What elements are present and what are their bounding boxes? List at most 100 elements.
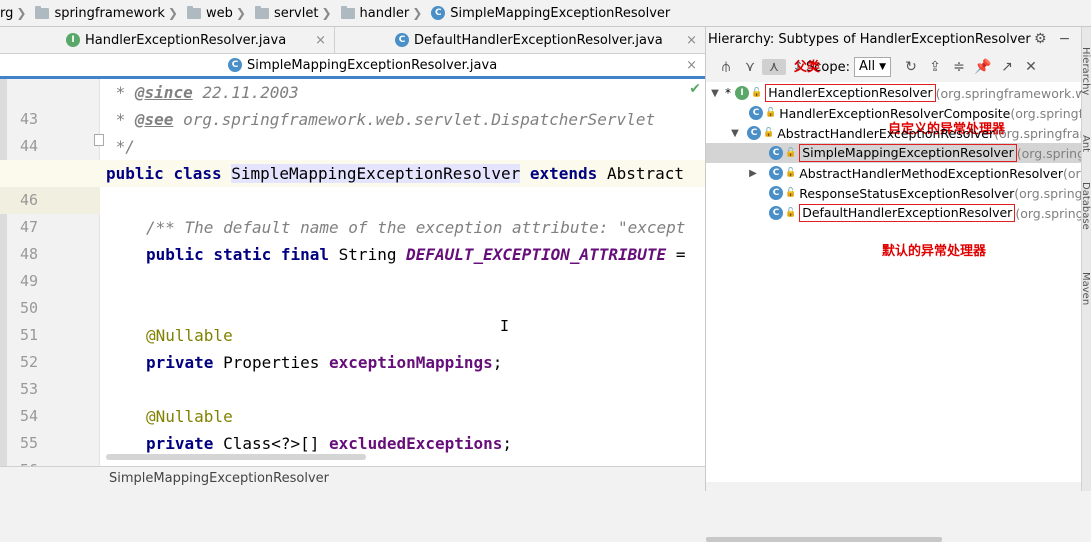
code-text: excludedExceptions (329, 434, 503, 453)
focus-star-icon: * (725, 86, 731, 100)
text-cursor-icon: I (500, 317, 510, 335)
class-icon: C (395, 33, 409, 47)
tree-node-selected[interactable]: C 🔓 SimpleMappingExceptionResolver (org.… (706, 143, 1081, 163)
code-line[interactable]: 54 (0, 376, 705, 425)
chevron-down-icon: ▼ (879, 62, 887, 72)
tool-tab-maven[interactable]: Maven (1080, 272, 1091, 305)
code-line-current[interactable]: 46 public class SimpleMappingExceptionRe… (0, 160, 705, 214)
code-text: * (106, 110, 135, 129)
horizontal-scrollbar[interactable] (706, 537, 942, 542)
close-icon[interactable]: × (686, 33, 697, 48)
expand-arrow-icon[interactable]: ▼ (709, 88, 721, 99)
hierarchy-tree[interactable]: ▼ * I 🔓 HandlerExceptionResolver (org.sp… (706, 82, 1081, 542)
visibility-icon: 🔓 (751, 88, 763, 98)
breadcrumb-item-servlet[interactable]: servlet ❯ (254, 5, 337, 21)
code-text: public static final (146, 245, 330, 264)
collapse-all-icon[interactable]: ≑ (947, 59, 971, 75)
code-text: org.springframework.web.servlet.Dispatch… (173, 110, 656, 129)
expand-arrow-icon[interactable]: ▼ (729, 128, 741, 139)
scope-select[interactable]: All ▼ (853, 57, 892, 77)
breadcrumb-item-web[interactable]: web ❯ (186, 5, 251, 21)
code-text: private (146, 434, 214, 453)
code-text: ; (502, 434, 513, 453)
tree-node[interactable]: ▼ C 🔓 AbstractHandlerExceptionResolver (… (706, 123, 1081, 143)
code-text: Abstract (597, 164, 685, 183)
horizontal-scrollbar[interactable] (106, 454, 366, 460)
minimize-icon[interactable]: − (1059, 31, 1071, 47)
code-line[interactable]: 43 * @since 22.11.2003 (0, 79, 705, 128)
close-icon[interactable]: ✕ (1019, 59, 1043, 75)
code-line[interactable]: 51 (0, 295, 705, 344)
tree-node[interactable]: C 🔓 ResponseStatusExceptionResolver (org… (706, 183, 1081, 203)
code-text: String (329, 245, 407, 264)
code-line[interactable]: 55 @Nullable (0, 403, 705, 452)
refresh-icon[interactable]: ↻ (899, 59, 923, 75)
abstract-class-icon: C (769, 166, 783, 180)
tab-label: HandlerExceptionResolver.java (85, 32, 287, 48)
code-line[interactable]: 48 /** The default name of the exception… (0, 214, 705, 263)
code-line[interactable]: 47 (0, 187, 705, 236)
visibility-icon: 🔓 (785, 188, 797, 198)
interface-icon: I (66, 33, 80, 47)
code-line[interactable]: 50 (0, 268, 705, 317)
fold-icon[interactable] (94, 134, 104, 146)
folder-icon (254, 5, 269, 19)
tree-node-package: (org.springfra (1015, 205, 1081, 221)
interface-icon: I (735, 86, 749, 100)
tree-node[interactable]: ▼ * I 🔓 HandlerExceptionResolver (org.sp… (706, 83, 1081, 103)
close-icon[interactable]: × (315, 33, 326, 48)
code-text: @Nullable (146, 326, 233, 345)
tool-tab-hierarchy[interactable]: Hierarchy (1080, 47, 1091, 95)
breadcrumb-item-rg[interactable]: rg ❯ (0, 6, 31, 21)
code-line[interactable]: 45 */ (0, 133, 705, 182)
visibility-icon: 🔓 (785, 168, 797, 178)
hierarchy-title: Hierarchy: Subtypes of HandlerExceptionR… (708, 32, 1031, 47)
code-text: class (173, 164, 222, 183)
abstract-class-icon: C (747, 126, 761, 140)
annotation-parent-note: 父类 (794, 60, 821, 75)
code-editor[interactable]: ✔ 43 * @since 22.11.2003 44 * @see org.s… (0, 79, 705, 466)
code-line[interactable]: 53 private Properties exceptionMappings; (0, 349, 705, 398)
visibility-icon: 🔓 (785, 148, 797, 158)
breadcrumb-item-class[interactable]: C SimpleMappingExceptionResolver (431, 6, 670, 21)
code-line[interactable]: 56 private Class<?>[] excludedExceptions… (0, 430, 705, 466)
visibility-icon: 🔓 (763, 128, 775, 138)
tree-node-package: (org.springfra (1010, 105, 1081, 121)
breadcrumb-label: SimpleMappingExceptionResolver (450, 5, 671, 21)
tab-handler-exception-resolver[interactable]: I HandlerExceptionResolver.java × (0, 27, 335, 53)
code-text: 22.11.2003 (192, 83, 299, 102)
close-icon[interactable]: × (686, 58, 697, 73)
code-text: exceptionMappings (329, 353, 493, 372)
tree-node[interactable]: C 🔓 DefaultHandlerExceptionResolver (org… (706, 203, 1081, 223)
status-breadcrumb[interactable]: SimpleMappingExceptionResolver (109, 471, 329, 486)
breadcrumb-label: web (205, 5, 233, 21)
class-icon: C (769, 206, 783, 220)
code-line[interactable]: 44 * @see org.springframework.web.servle… (0, 106, 705, 155)
export-icon[interactable]: ⇪ (923, 59, 947, 75)
tree-node[interactable]: ▶ C 🔓 AbstractHandlerMethodExceptionReso… (706, 163, 1081, 183)
breadcrumb-item-handler[interactable]: handler ❯ (340, 5, 428, 21)
code-text: public (106, 164, 164, 183)
scope-value: All (858, 59, 876, 74)
code-text: Properties (213, 353, 330, 372)
tool-tab-ant[interactable]: Ant (1080, 135, 1091, 152)
expand-arrow-icon[interactable]: ▶ (747, 168, 759, 179)
code-text: DEFAULT_EXCEPTION_ATTRIBUTE (406, 245, 667, 264)
code-line[interactable]: 52 @Nullable (0, 322, 705, 371)
tool-tab-database[interactable]: Database (1080, 182, 1091, 230)
code-text: private (146, 353, 214, 372)
supertypes-icon[interactable]: ⋎ (738, 59, 762, 75)
open-external-icon[interactable]: ↗ (995, 59, 1019, 75)
pin-icon[interactable]: 📌 (971, 59, 995, 75)
tab-default-handler-exception-resolver[interactable]: C DefaultHandlerExceptionResolver.java × (335, 27, 705, 53)
tree-node-label: AbstractHandlerExceptionResolver (777, 125, 995, 141)
code-text: @since (134, 83, 193, 102)
gear-icon[interactable]: ⚙ (1034, 31, 1047, 47)
subtypes-icon[interactable]: ⋏ (762, 59, 786, 75)
code-line[interactable]: 49 public static final String DEFAULT_EX… (0, 241, 705, 290)
tab-simple-mapping-exception-resolver[interactable]: C SimpleMappingExceptionResolver.java × (0, 53, 705, 79)
breadcrumb-label: springframework (54, 5, 165, 21)
breadcrumb-item-springframework[interactable]: springframework ❯ (35, 5, 183, 21)
class-hierarchy-icon[interactable]: ⫛ (714, 59, 738, 75)
code-text: extends (529, 164, 598, 183)
